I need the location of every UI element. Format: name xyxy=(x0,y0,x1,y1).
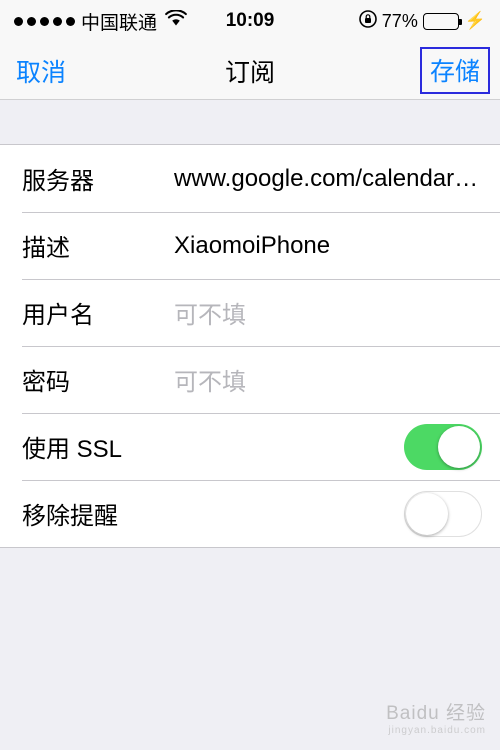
watermark-sub: jingyan.baidu.com xyxy=(388,725,486,736)
signal-strength-icon xyxy=(14,16,75,26)
battery-percent-label: 77% xyxy=(381,10,418,31)
row-label: 密码 xyxy=(22,369,70,396)
content-top-spacer xyxy=(0,100,500,144)
navigation-bar: 取消 订阅 存储 xyxy=(0,42,500,100)
form-row-remove-alarms[interactable]: 移除提醒 xyxy=(0,480,500,547)
battery-icon xyxy=(422,12,462,30)
toggle-knob xyxy=(406,492,448,535)
row-label: 用户名 xyxy=(22,302,94,329)
bolt-icon: ⚡ xyxy=(464,11,486,30)
description-input[interactable]: XiaomoiPhone xyxy=(174,232,330,260)
save-button-label: 存储 xyxy=(429,58,480,86)
server-input[interactable]: www.google.com/calendar… xyxy=(174,165,478,193)
form-row-password[interactable]: 密码 可不填 xyxy=(0,346,500,413)
use-ssl-toggle[interactable] xyxy=(404,423,482,470)
carrier-label: 中国联通 xyxy=(81,12,158,34)
status-bar: 中国联通 10:09 77% ⚡ xyxy=(0,0,500,42)
row-label: 移除提醒 xyxy=(22,503,118,530)
row-label: 使用 SSL xyxy=(22,436,123,463)
status-bar-left: 中国联通 xyxy=(14,8,187,35)
form-row-server[interactable]: 服务器 www.google.com/calendar… xyxy=(0,145,500,212)
row-label: 描述 xyxy=(22,235,70,262)
rotation-lock-icon xyxy=(358,9,377,33)
status-bar-right: 77% ⚡ xyxy=(358,9,486,33)
row-label: 服务器 xyxy=(22,168,94,195)
form-row-use-ssl[interactable]: 使用 SSL xyxy=(0,413,500,480)
toggle-knob xyxy=(438,425,480,468)
form-row-username[interactable]: 用户名 可不填 xyxy=(0,279,500,346)
watermark: Baidu 经验 jingyan.baidu.com xyxy=(386,698,486,736)
username-input[interactable]: 可不填 xyxy=(174,295,246,330)
save-button[interactable]: 存储 xyxy=(419,47,490,94)
cancel-button[interactable]: 取消 xyxy=(16,53,66,89)
password-input[interactable]: 可不填 xyxy=(174,362,246,397)
watermark-main: Baidu 经验 xyxy=(386,703,486,724)
wifi-icon xyxy=(165,9,187,32)
form-row-description[interactable]: 描述 XiaomoiPhone xyxy=(0,212,500,279)
remove-alarms-toggle[interactable] xyxy=(404,490,482,537)
subscription-form: 服务器 www.google.com/calendar… 描述 XiaomoiP… xyxy=(0,144,500,548)
